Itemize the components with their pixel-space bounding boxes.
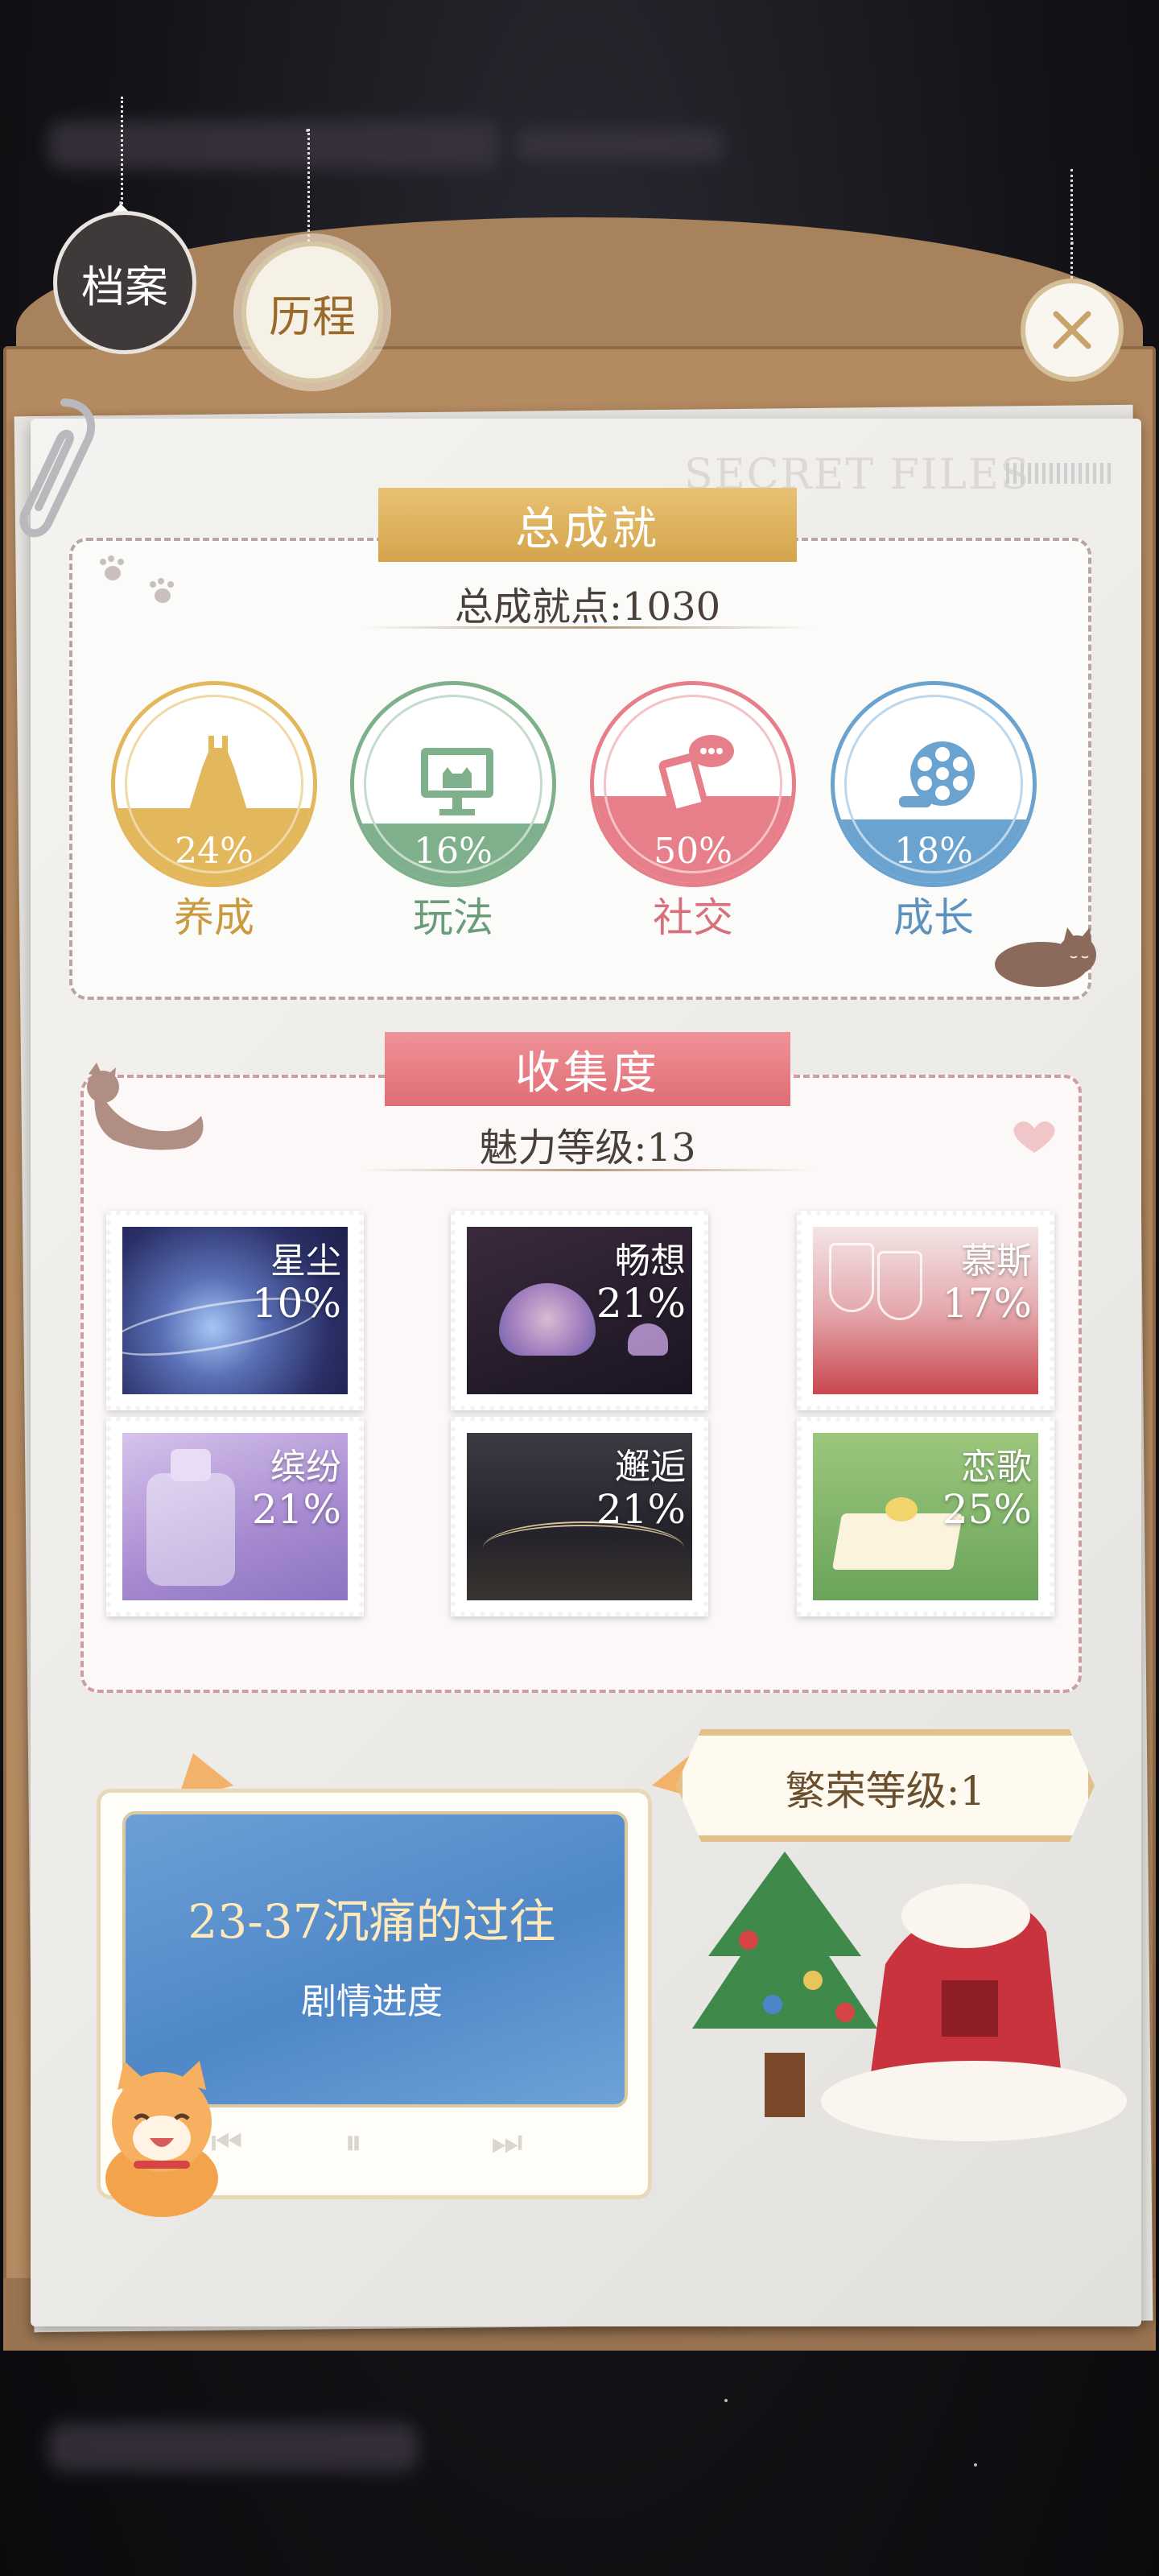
achievement-ribbon: 总成就 <box>378 488 797 562</box>
badge-percent: 50% <box>654 831 732 872</box>
hanging-string <box>1070 169 1073 279</box>
card-name: 星尘 <box>270 1241 341 1282</box>
blurred-header-2 <box>515 129 724 161</box>
dress-icon <box>186 736 250 820</box>
heart-icon <box>1013 1121 1055 1153</box>
achievement-title: 总成就 <box>515 502 660 555</box>
card-name: 畅想 <box>615 1241 686 1282</box>
achievement-badge-social[interactable]: 50% <box>590 681 796 887</box>
barcode-decoration <box>1006 463 1111 484</box>
badge-percent: 18% <box>894 831 973 872</box>
collection-card-mousse[interactable]: 慕斯 17% <box>797 1211 1054 1410</box>
sleeping-cat-icon <box>995 927 1096 987</box>
paw-print-icon <box>100 555 174 603</box>
tab-archive[interactable]: 档案 <box>53 211 196 354</box>
pause-icon[interactable]: ⏸ <box>344 2122 362 2163</box>
card-name: 邂逅 <box>615 1447 686 1488</box>
charm-level: 魅力等级:13 <box>479 1125 696 1170</box>
card-name: 缤纷 <box>270 1447 341 1488</box>
collection-card-stardust[interactable]: 星尘 10% <box>106 1211 364 1410</box>
tab-history-label: 历程 <box>269 291 356 342</box>
christmas-house-illustration[interactable] <box>684 1843 1135 2182</box>
badge-label: 养成 <box>174 894 254 941</box>
achievement-badge-nurture[interactable]: 24% <box>111 681 317 887</box>
collection-card-encounter[interactable]: 邂逅 21% <box>451 1417 708 1616</box>
stretching-cat-icon <box>87 1063 204 1150</box>
blurred-footer <box>48 2423 419 2471</box>
card-percent: 21% <box>596 1486 686 1533</box>
close-button[interactable] <box>1021 279 1124 382</box>
card-percent: 17% <box>942 1280 1032 1327</box>
story-title: 23-37沉痛的过往 <box>188 1894 556 1949</box>
next-icon[interactable]: ⏭ <box>491 2122 523 2163</box>
hanging-string <box>121 97 123 213</box>
collection-card-colorful[interactable]: 缤纷 21% <box>106 1417 364 1616</box>
card-percent: 21% <box>596 1280 686 1327</box>
collection-card-dream[interactable]: 畅想 21% <box>451 1211 708 1410</box>
film-reel-icon <box>899 741 975 807</box>
collection-ribbon: 收集度 <box>385 1032 790 1106</box>
tab-archive-label: 档案 <box>81 261 168 312</box>
achievement-badge-growth[interactable]: 18% <box>831 681 1037 887</box>
achievement-badge-gameplay[interactable]: 16% <box>350 681 556 887</box>
card-name: 慕斯 <box>961 1241 1032 1282</box>
orange-cat-icon <box>105 2061 218 2217</box>
collection-card-lovesong[interactable]: 恋歌 25% <box>797 1417 1054 1616</box>
card-percent: 10% <box>251 1280 341 1327</box>
card-percent: 25% <box>942 1486 1032 1533</box>
hanging-string <box>307 129 310 242</box>
divider <box>362 626 813 629</box>
card-name: 恋歌 <box>961 1447 1032 1488</box>
story-progress-label: 剧情进度 <box>301 1981 443 2022</box>
badge-percent: 16% <box>414 831 493 872</box>
divider <box>362 1169 813 1171</box>
prosperity-level: 繁荣等级:1 <box>785 1768 986 1814</box>
achievement-points: 总成就点:1030 <box>454 584 721 630</box>
badge-label: 玩法 <box>413 894 493 941</box>
paper-clip-icon <box>19 398 96 538</box>
cat-monitor-icon <box>421 748 493 815</box>
badge-label: 社交 <box>653 894 733 941</box>
phone-chat-icon <box>658 735 734 822</box>
card-percent: 21% <box>251 1486 341 1533</box>
collection-title: 收集度 <box>515 1046 660 1100</box>
blurred-header <box>48 121 499 169</box>
close-icon <box>1053 311 1091 349</box>
badge-percent: 24% <box>175 831 254 872</box>
tab-history[interactable]: 历程 <box>241 242 383 383</box>
